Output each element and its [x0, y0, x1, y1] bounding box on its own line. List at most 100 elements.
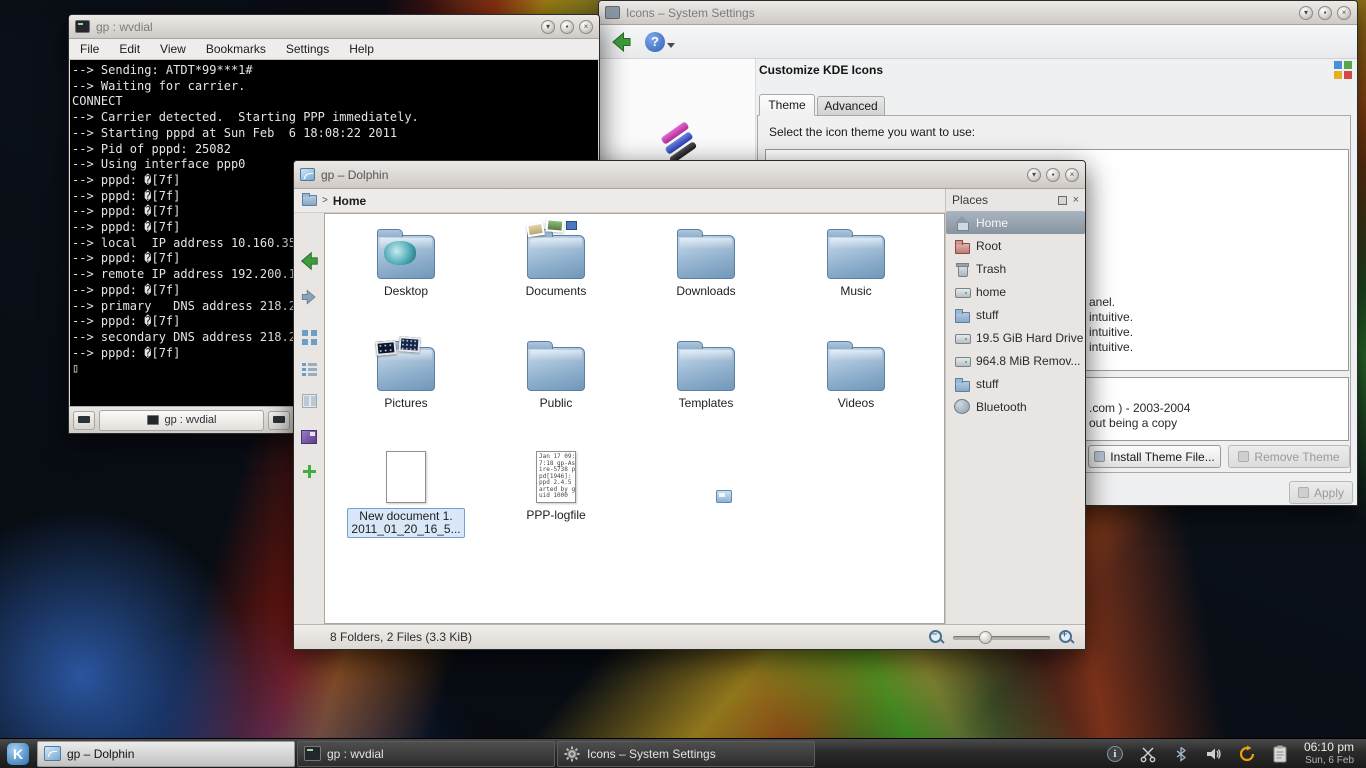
drive-icon	[954, 284, 970, 300]
close-icon[interactable]	[1065, 168, 1079, 182]
close-icon[interactable]	[1337, 6, 1351, 20]
menu-settings[interactable]: Settings	[286, 42, 329, 56]
text-file-icon: Jan 17 09:4 7:18 gp-Asp ire-5738 pp pd[1…	[536, 451, 576, 503]
minimize-icon[interactable]	[1299, 6, 1313, 20]
terminal-tab[interactable]: gp : wvdial	[99, 410, 264, 431]
maximize-icon[interactable]	[560, 20, 574, 34]
remove-theme-button[interactable]: Remove Theme	[1228, 445, 1350, 468]
file-item-pictures[interactable]: Pictures	[331, 330, 481, 442]
theme-list-text-fragment: intuitive.	[1089, 310, 1133, 324]
volume-icon[interactable]	[1204, 744, 1224, 764]
zoom-slider-handle[interactable]	[979, 631, 992, 644]
dolphin-titlebar[interactable]: gp – Dolphin	[294, 161, 1085, 189]
details-view-icon[interactable]	[297, 357, 321, 381]
forward-button[interactable]	[297, 285, 321, 309]
back-button[interactable]	[297, 249, 321, 273]
file-item-downloads[interactable]: Downloads	[631, 218, 781, 330]
file-item-music[interactable]: Music	[781, 218, 931, 330]
places-item-stuff-1[interactable]: stuff	[946, 303, 1085, 326]
task-dolphin[interactable]: gp – Dolphin	[37, 741, 295, 767]
update-notifier-icon[interactable]	[1237, 744, 1257, 764]
clock[interactable]: 06:10 pm Sun, 6 Feb	[1304, 741, 1366, 767]
klipper-scissors-icon[interactable]	[1138, 744, 1158, 764]
menu-bookmarks[interactable]: Bookmarks	[206, 42, 266, 56]
bluetooth-icon	[954, 399, 970, 414]
theme-list-text-fragment: intuitive.	[1089, 325, 1133, 339]
places-item-root[interactable]: Root	[946, 234, 1085, 257]
float-panel-icon[interactable]	[1058, 196, 1067, 205]
file-item-new-document[interactable]: New document 1. 2011_01_20_16_5...	[331, 442, 481, 554]
breadcrumb-home[interactable]: Home	[333, 194, 366, 208]
new-tab-icon[interactable]	[73, 411, 95, 430]
folder-icon	[954, 376, 970, 392]
dolphin-app-icon	[300, 168, 315, 181]
menu-view[interactable]: View	[160, 42, 186, 56]
zoom-out-icon[interactable]: −	[928, 629, 945, 646]
file-item-videos[interactable]: Videos	[781, 330, 931, 442]
settings-page-title: Customize KDE Icons	[759, 63, 883, 77]
file-item-desktop[interactable]: Desktop	[331, 218, 481, 330]
menu-help[interactable]: Help	[349, 42, 374, 56]
menu-file[interactable]: File	[80, 42, 99, 56]
bluetooth-icon[interactable]	[1171, 744, 1191, 764]
home-folder-icon[interactable]	[302, 195, 317, 206]
dolphin-file-view: Desktop Documents Downloads Music Pictur…	[324, 213, 945, 624]
archive-icon	[1094, 451, 1105, 462]
zoom-slider[interactable]	[953, 631, 1050, 644]
close-panel-icon[interactable]: ×	[1073, 196, 1079, 205]
menu-edit[interactable]: Edit	[119, 42, 140, 56]
places-item-home-dir[interactable]: home	[946, 280, 1085, 303]
settings-toolbar: ?	[599, 25, 1357, 59]
file-item-documents[interactable]: Documents	[481, 218, 631, 330]
apply-button[interactable]: Apply	[1289, 481, 1353, 504]
zoom-in-icon[interactable]: +	[1058, 629, 1075, 646]
theme-description-fragment: .com ) - 2003-2004	[1089, 401, 1190, 415]
install-theme-file-button[interactable]: Install Theme File...	[1088, 445, 1221, 468]
folder-icon	[954, 307, 970, 323]
tab-advanced[interactable]: Advanced	[817, 96, 885, 116]
icon-theme-select-label: Select the icon theme you want to use:	[769, 125, 975, 139]
task-system-settings[interactable]: Icons – System Settings	[557, 741, 815, 767]
folder-icon	[527, 235, 585, 279]
terminal-titlebar[interactable]: gp : wvdial	[69, 15, 599, 39]
close-icon[interactable]	[579, 20, 593, 34]
split-view-icon[interactable]	[268, 411, 290, 430]
remove-icon	[1238, 451, 1249, 462]
kde-menu-button[interactable]: K	[0, 739, 36, 768]
places-item-trash[interactable]: Trash	[946, 257, 1085, 280]
places-item-removable[interactable]: 964.8 MiB Remov...	[946, 349, 1085, 372]
dolphin-window: gp – Dolphin > Home	[293, 160, 1086, 650]
columns-view-icon[interactable]	[297, 389, 321, 413]
maximize-icon[interactable]	[1046, 168, 1060, 182]
settings-titlebar[interactable]: Icons – System Settings	[599, 1, 1357, 25]
file-item-ppp-logfile[interactable]: Jan 17 09:4 7:18 gp-Asp ire-5738 pp pd[1…	[481, 442, 631, 554]
style-category-icon[interactable]	[656, 123, 696, 163]
places-item-hard-drive[interactable]: 19.5 GiB Hard Drive	[946, 326, 1085, 349]
file-item-public[interactable]: Public	[481, 330, 631, 442]
selected-file-label: New document 1. 2011_01_20_16_5...	[347, 508, 464, 538]
file-item-templates[interactable]: Templates	[631, 330, 781, 442]
icon-preview-grid-icon	[1334, 61, 1352, 79]
places-item-bluetooth[interactable]: Bluetooth	[946, 395, 1085, 418]
chevron-down-icon	[667, 43, 675, 48]
breadcrumb-separator: >	[322, 195, 328, 206]
split-add-icon[interactable]	[297, 459, 321, 483]
clipboard-icon[interactable]	[1270, 744, 1290, 764]
minimize-icon[interactable]	[1027, 168, 1041, 182]
file-text-preview: Jan 17 09:4 7:18 gp-Asp ire-5738 pp pd[1…	[537, 452, 575, 502]
zoom-slider-track[interactable]	[953, 636, 1050, 640]
icons-view-icon[interactable]	[297, 325, 321, 349]
tab-theme[interactable]: Theme	[759, 94, 815, 116]
device-notifier-icon[interactable]: i	[1105, 744, 1125, 764]
maximize-icon[interactable]	[1318, 6, 1332, 20]
places-item-stuff-2[interactable]: stuff	[946, 372, 1085, 395]
task-wvdial[interactable]: gp : wvdial	[297, 741, 555, 767]
help-button[interactable]: ?	[645, 32, 675, 52]
system-settings-app-icon	[605, 6, 620, 19]
places-item-home[interactable]: Home	[946, 211, 1085, 234]
gear-icon	[564, 746, 581, 761]
minimize-icon[interactable]	[541, 20, 555, 34]
dolphin-left-toolbar	[294, 213, 324, 624]
back-button[interactable]	[609, 30, 633, 54]
preview-toggle-icon[interactable]	[297, 425, 321, 449]
